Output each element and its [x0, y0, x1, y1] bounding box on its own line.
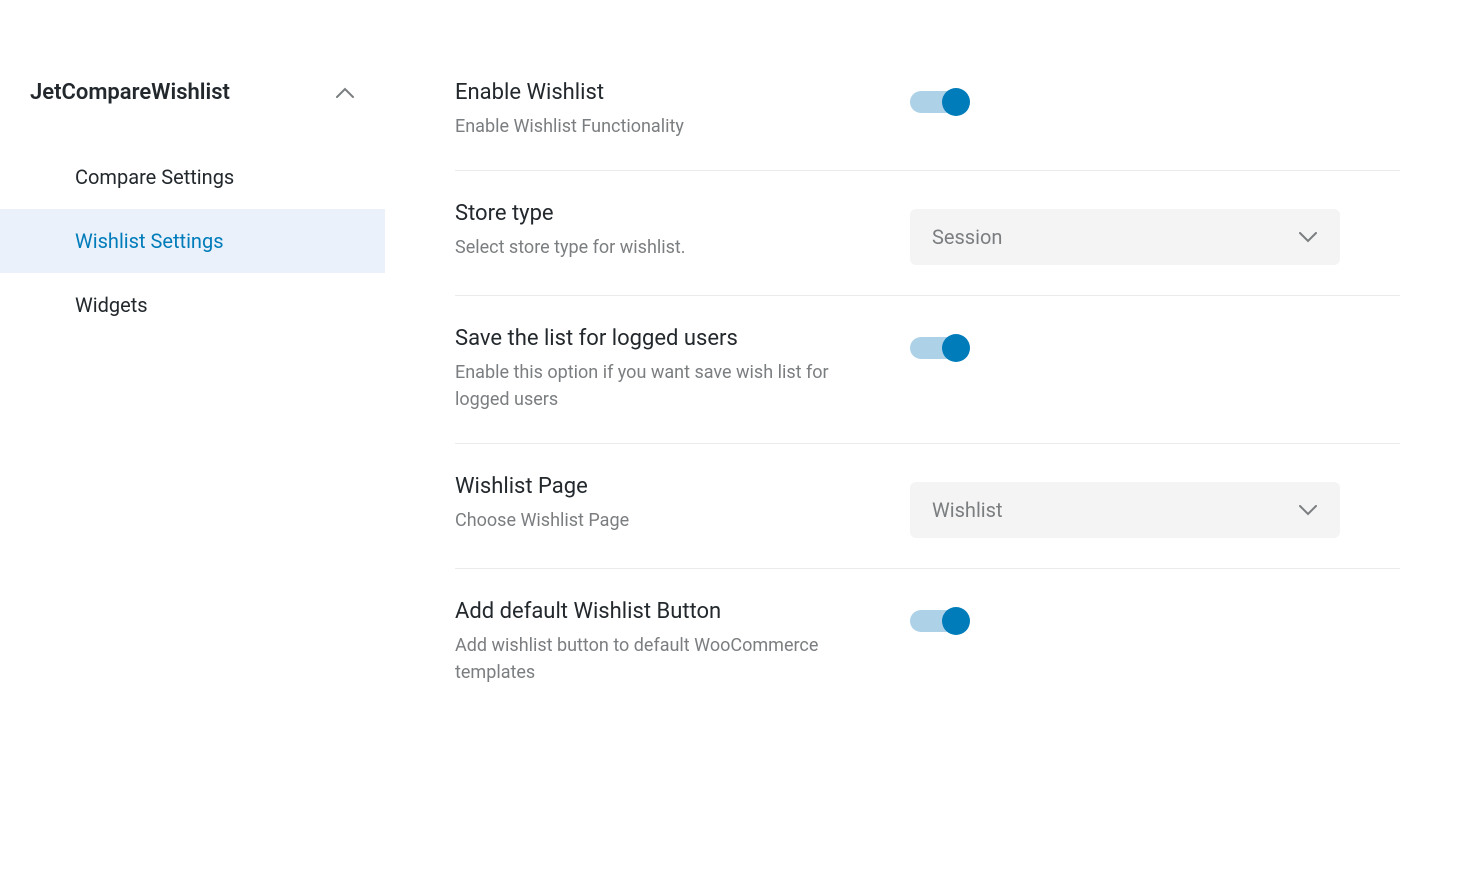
enable-wishlist-toggle[interactable] [910, 88, 974, 116]
setting-control-col: Session [910, 201, 1400, 265]
sidebar-items: Compare Settings Wishlist Settings Widge… [0, 135, 385, 337]
sidebar: JetCompareWishlist Compare Settings Wish… [0, 50, 385, 716]
setting-title: Wishlist Page [455, 474, 870, 499]
toggle-thumb [942, 88, 970, 116]
sidebar-item-label: Compare Settings [75, 165, 234, 189]
sidebar-item-widgets[interactable]: Widgets [0, 273, 385, 337]
sidebar-item-label: Wishlist Settings [75, 229, 224, 253]
sidebar-item-label: Widgets [75, 293, 148, 317]
setting-row-wishlist-page: Wishlist Page Choose Wishlist Page Wishl… [455, 444, 1400, 569]
setting-label-col: Wishlist Page Choose Wishlist Page [455, 474, 910, 534]
save-logged-users-toggle[interactable] [910, 334, 974, 362]
select-value: Session [932, 225, 1002, 249]
setting-title: Enable Wishlist [455, 80, 870, 105]
setting-label-col: Store type Select store type for wishlis… [455, 201, 910, 261]
setting-title: Add default Wishlist Button [455, 599, 870, 624]
sidebar-section-header[interactable]: JetCompareWishlist [0, 50, 385, 135]
store-type-select[interactable]: Session [910, 209, 1340, 265]
setting-control-col [910, 80, 1400, 116]
settings-panel: Enable Wishlist Enable Wishlist Function… [385, 50, 1480, 716]
setting-row-enable-wishlist: Enable Wishlist Enable Wishlist Function… [455, 50, 1400, 171]
sidebar-title: JetCompareWishlist [30, 80, 230, 105]
setting-label-col: Save the list for logged users Enable th… [455, 326, 910, 413]
setting-control-col [910, 326, 1400, 362]
setting-row-save-logged-users: Save the list for logged users Enable th… [455, 296, 1400, 444]
default-wishlist-button-toggle[interactable] [910, 607, 974, 635]
setting-desc: Choose Wishlist Page [455, 507, 870, 534]
setting-desc: Select store type for wishlist. [455, 234, 870, 261]
setting-control-col: Wishlist [910, 474, 1400, 538]
select-value: Wishlist [932, 498, 1003, 522]
chevron-down-icon [1298, 227, 1318, 247]
setting-row-default-wishlist-button: Add default Wishlist Button Add wishlist… [455, 569, 1400, 716]
toggle-thumb [942, 334, 970, 362]
setting-desc: Add wishlist button to default WooCommer… [455, 632, 870, 686]
wishlist-page-select[interactable]: Wishlist [910, 482, 1340, 538]
setting-desc: Enable this option if you want save wish… [455, 359, 870, 413]
setting-row-store-type: Store type Select store type for wishlis… [455, 171, 1400, 296]
sidebar-item-compare-settings[interactable]: Compare Settings [0, 145, 385, 209]
setting-title: Store type [455, 201, 870, 226]
setting-desc: Enable Wishlist Functionality [455, 113, 870, 140]
setting-title: Save the list for logged users [455, 326, 870, 351]
sidebar-item-wishlist-settings[interactable]: Wishlist Settings [0, 209, 385, 273]
setting-control-col [910, 599, 1400, 635]
setting-label-col: Add default Wishlist Button Add wishlist… [455, 599, 910, 686]
chevron-down-icon [1298, 500, 1318, 520]
toggle-thumb [942, 607, 970, 635]
chevron-up-icon [335, 83, 355, 103]
setting-label-col: Enable Wishlist Enable Wishlist Function… [455, 80, 910, 140]
